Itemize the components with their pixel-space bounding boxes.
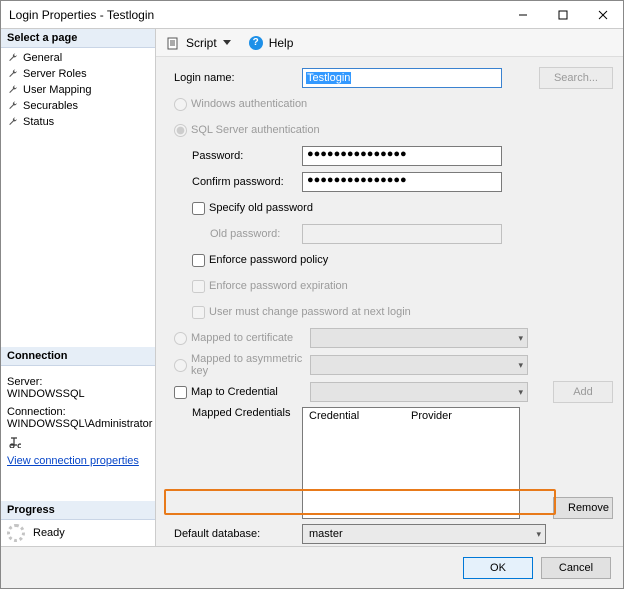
connection-value: WINDOWSSQL\Administrator (7, 418, 149, 430)
windows-auth-radio (174, 98, 187, 111)
credential-combo: ▾ (310, 382, 528, 402)
ok-button[interactable]: OK (463, 557, 533, 579)
help-button[interactable]: Help (269, 36, 294, 50)
wrench-icon (7, 84, 19, 96)
mapped-asym-label: Mapped to asymmetric key (191, 353, 310, 377)
connection-header: Connection (1, 347, 155, 366)
view-connection-properties-link[interactable]: View connection properties (7, 455, 139, 467)
chevron-down-icon: ▾ (518, 360, 523, 371)
must-change-label: User must change password at next login (209, 306, 411, 318)
old-password-input (302, 224, 502, 244)
asym-combo: ▾ (310, 355, 528, 375)
wrench-icon (7, 52, 19, 64)
login-name-label: Login name: (174, 72, 302, 84)
nav-label: Securables (23, 100, 78, 112)
default-database-combo[interactable]: master ▾ (302, 524, 546, 544)
login-name-input[interactable]: Testlogin (302, 68, 502, 88)
mapped-cert-radio (174, 332, 187, 345)
nav-label: General (23, 52, 62, 64)
map-credential-checkbox[interactable] (174, 386, 187, 399)
script-icon (166, 36, 180, 50)
progress-status: Ready (1, 520, 155, 546)
mapped-credentials-label: Mapped Credentials (174, 407, 302, 419)
chevron-down-icon: ▾ (518, 333, 523, 344)
confirm-password-label: Confirm password: (174, 176, 302, 188)
progress-label: Ready (33, 527, 65, 539)
connection-props-icon (7, 436, 21, 451)
confirm-password-value: ●●●●●●●●●●●●●●● (307, 174, 407, 186)
minimize-button[interactable] (503, 1, 543, 29)
close-button[interactable] (583, 1, 623, 29)
page-nav: General Server Roles User Mapping Secura… (1, 48, 155, 132)
select-page-header: Select a page (1, 29, 155, 48)
dialog-footer: OK Cancel (1, 546, 623, 588)
remove-button[interactable]: Remove (553, 497, 613, 519)
default-database-label: Default database: (174, 528, 302, 540)
old-password-label: Old password: (174, 228, 302, 240)
chevron-down-icon: ▾ (536, 529, 541, 540)
nav-securables[interactable]: Securables (1, 98, 155, 114)
password-value: ●●●●●●●●●●●●●●● (307, 148, 407, 160)
nav-general[interactable]: General (1, 50, 155, 66)
col-credential: Credential (309, 410, 411, 422)
server-value: WINDOWSSQL (7, 388, 149, 400)
col-provider: Provider (411, 410, 513, 422)
enforce-policy-checkbox[interactable] (192, 254, 205, 267)
sql-auth-label: SQL Server authentication (191, 124, 320, 136)
enforce-expiration-checkbox (192, 280, 205, 293)
default-database-value: master (309, 528, 343, 540)
server-label: Server: (7, 376, 149, 388)
mapped-asym-radio (174, 359, 187, 372)
progress-header: Progress (1, 501, 155, 520)
search-button: Search... (539, 67, 613, 89)
chevron-down-icon: ▾ (518, 387, 523, 398)
wrench-icon (7, 116, 19, 128)
mapped-credentials-list[interactable]: Credential Provider (302, 407, 520, 519)
password-label: Password: (174, 150, 302, 162)
specify-old-password-checkbox[interactable] (192, 202, 205, 215)
content-pane: Script ? Help Login name: Testlogin Sear… (156, 29, 623, 546)
sql-auth-radio (174, 124, 187, 137)
nav-label: Status (23, 116, 54, 128)
titlebar: Login Properties - Testlogin (1, 1, 623, 29)
enforce-expiration-label: Enforce password expiration (209, 280, 348, 292)
script-dropdown-icon[interactable] (223, 40, 231, 45)
connection-label: Connection: (7, 406, 149, 418)
nav-label: Server Roles (23, 68, 87, 80)
login-name-value: Testlogin (306, 72, 351, 84)
map-credential-label: Map to Credential (191, 386, 310, 398)
help-icon: ? (249, 36, 263, 50)
add-button: Add (553, 381, 613, 403)
wrench-icon (7, 100, 19, 112)
window-title: Login Properties - Testlogin (9, 8, 503, 22)
enforce-policy-label: Enforce password policy (209, 254, 328, 266)
connection-info: Server: WINDOWSSQL Connection: WINDOWSSQ… (1, 366, 155, 471)
must-change-checkbox (192, 306, 205, 319)
maximize-button[interactable] (543, 1, 583, 29)
nav-status[interactable]: Status (1, 114, 155, 130)
confirm-password-input[interactable]: ●●●●●●●●●●●●●●● (302, 172, 502, 192)
windows-auth-label: Windows authentication (191, 98, 307, 110)
progress-spinner-icon (7, 524, 25, 542)
toolbar: Script ? Help (156, 29, 623, 57)
cancel-button[interactable]: Cancel (541, 557, 611, 579)
mapped-cert-label: Mapped to certificate (191, 332, 310, 344)
wrench-icon (7, 68, 19, 80)
nav-user-mapping[interactable]: User Mapping (1, 82, 155, 98)
nav-label: User Mapping (23, 84, 91, 96)
sidebar: Select a page General Server Roles User … (1, 29, 156, 546)
script-button[interactable]: Script (186, 36, 217, 50)
password-input[interactable]: ●●●●●●●●●●●●●●● (302, 146, 502, 166)
nav-server-roles[interactable]: Server Roles (1, 66, 155, 82)
cert-combo: ▾ (310, 328, 528, 348)
form-area: Login name: Testlogin Search... Windows … (156, 57, 623, 546)
specify-old-password-label: Specify old password (209, 202, 313, 214)
